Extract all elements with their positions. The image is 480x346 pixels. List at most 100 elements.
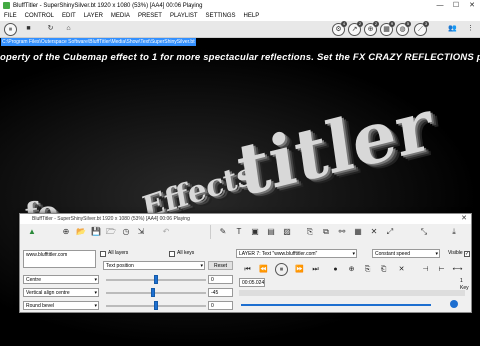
menu-media[interactable]: MEDIA (111, 13, 130, 19)
image-folder-icon[interactable]: 🗁 (105, 226, 117, 238)
expand-icon[interactable]: ⤡ (418, 226, 430, 238)
menu-layer[interactable]: LAYER (84, 13, 103, 19)
bevel-select[interactable]: Round bevel (23, 301, 99, 310)
badge: 2 (373, 21, 379, 27)
delete-layer-icon[interactable]: ✕ (368, 226, 380, 238)
logo-icon: ▲ (28, 227, 36, 236)
menu-edit[interactable]: EDIT (62, 13, 76, 19)
undo-icon[interactable]: ↶ (160, 226, 172, 238)
property-select[interactable]: Text position (103, 261, 205, 270)
menu-preset[interactable]: PRESET (138, 13, 162, 19)
collapse-icon[interactable]: ⤓ (448, 226, 460, 238)
maximize-button[interactable]: ☐ (448, 0, 464, 11)
video-icon[interactable]: ▤ (265, 226, 277, 238)
window-title: BluffTitler - SuperShinySilver.bt 1920 x… (13, 2, 203, 9)
badge: 9 (389, 21, 395, 27)
play-pause-button[interactable]: ⏸ (4, 23, 17, 36)
time-input[interactable]: 00:05.024 (239, 278, 265, 287)
menu-playlist[interactable]: PLAYLIST (170, 13, 198, 19)
timeline-ruler (239, 290, 465, 296)
slider-2-thumb[interactable] (151, 288, 155, 297)
menu-file[interactable]: FILE (4, 13, 17, 19)
file-path[interactable]: C:\Program Files\Outerspace Software\Blu… (1, 38, 196, 46)
slider-3-thumb[interactable] (154, 301, 158, 310)
timeline-track[interactable] (241, 304, 431, 306)
home-button[interactable]: ⌂ (62, 23, 75, 36)
value-3-input[interactable]: 0 (208, 301, 233, 310)
link-icon[interactable]: ⚯ (336, 226, 348, 238)
grid-icon[interactable]: ▦ (352, 226, 364, 238)
layer-tool-6[interactable]: ⟋ 3 (414, 21, 429, 36)
copy-layer-icon[interactable]: ⎘ (304, 226, 316, 238)
titler-3d-text: titler (232, 82, 438, 213)
layers-icon[interactable]: ⧉ (320, 226, 332, 238)
align-center-icon[interactable]: ⊢ (436, 264, 447, 275)
last-key-icon[interactable]: ⏭ (310, 264, 321, 275)
stop-button[interactable]: ■ (22, 23, 35, 36)
paste-key-icon[interactable]: ⎗ (378, 264, 389, 275)
layer-tool-3[interactable]: ⊕ 2 (364, 21, 379, 36)
timeline-playhead[interactable] (450, 300, 459, 308)
all-keys-checkbox[interactable] (169, 251, 175, 257)
menu-help[interactable]: HELP (244, 13, 260, 19)
path-bar: C:\Program Files\Outerspace Software\Blu… (0, 38, 480, 46)
visible-label: Visible (448, 250, 463, 256)
layer-select[interactable]: LAYER 7: Text "www.blufftitler.com" (236, 249, 357, 258)
save-icon[interactable]: 💾 (90, 226, 102, 238)
picture-icon[interactable]: ▣ (249, 226, 261, 238)
add-key-icon[interactable]: ⊕ (346, 264, 357, 275)
badge: 2 (357, 21, 363, 27)
people-icon[interactable]: 👥 (446, 23, 459, 36)
clock-icon[interactable]: ◷ (120, 226, 132, 238)
control-window: BluffTitler - SuperShinySilver.bt 1920 x… (19, 213, 472, 313)
add-layer-icon[interactable]: ⊕ (60, 226, 72, 238)
delete-key-icon[interactable]: ✕ (396, 264, 407, 275)
badge: 3 (423, 21, 429, 27)
layer-tool-1[interactable]: ⚙ 4 (332, 21, 347, 36)
move-icon[interactable]: ⤢ (384, 226, 396, 238)
layer-tool-4[interactable]: ▦ 9 (380, 21, 395, 36)
text-input[interactable]: www.blufftitler.com (23, 250, 96, 268)
minimize-button[interactable]: — (432, 0, 448, 11)
reset-button[interactable]: Reset (208, 261, 233, 270)
app-icon (3, 2, 10, 9)
vertical-align-select[interactable]: Vertical align centre (23, 288, 99, 297)
slider-1-thumb[interactable] (154, 275, 158, 284)
dialog-close-button[interactable]: ✕ (461, 214, 467, 224)
menu-settings[interactable]: SETTINGS (206, 13, 236, 19)
all-layers-checkbox[interactable] (100, 251, 106, 257)
value-1-input[interactable]: 0 (208, 275, 233, 284)
export-icon[interactable]: ⇲ (135, 226, 147, 238)
close-button[interactable]: ✕ (464, 0, 480, 11)
align-left-icon[interactable]: ⊣ (420, 264, 431, 275)
menu-control[interactable]: CONTROL (25, 13, 54, 19)
refresh-button[interactable]: ↻ (44, 23, 57, 36)
copy-key-icon[interactable]: ⎘ (362, 264, 373, 275)
all-layers-label: All layers (108, 250, 129, 256)
badge: 4 (341, 21, 347, 27)
paint-icon[interactable]: ✎ (217, 226, 229, 238)
scroller-text: operty of the Cubemap effect to 1 for mo… (0, 52, 480, 63)
cube-icon[interactable]: ▨ (281, 226, 293, 238)
first-key-icon[interactable]: ⏮ (242, 264, 253, 275)
layer-tool-2[interactable]: ↗ 2 (348, 21, 363, 36)
main-toolbar: ⏸ ■ ↻ ⌂ ⚙ 4 ↗ 2 ⊕ 2 ▦ 9 ◍ 5 ⟋ 3 👥 ⋮ (0, 21, 480, 38)
record-icon[interactable]: ● (330, 264, 341, 275)
text-icon[interactable]: T (233, 226, 245, 238)
horizontal-align-select[interactable]: Centre (23, 275, 99, 284)
open-folder-icon[interactable]: 📂 (75, 226, 87, 238)
layer-tool-5[interactable]: ◍ 5 (396, 21, 411, 36)
prev-key-icon[interactable]: ⏪ (258, 264, 269, 275)
next-key-icon[interactable]: ⏩ (294, 264, 305, 275)
more-icon[interactable]: ⋮ (464, 23, 477, 36)
speed-select[interactable]: Constant speed (372, 249, 440, 258)
pause-icon[interactable]: ⏸ (275, 263, 288, 276)
visible-checkbox[interactable]: ✓ (464, 251, 470, 257)
value-2-input[interactable]: -45 (208, 288, 233, 297)
all-keys-label: All keys (177, 250, 195, 256)
badge: 5 (405, 21, 411, 27)
align-both-icon[interactable]: ⟷ (452, 264, 463, 275)
slider-2-track[interactable] (106, 292, 206, 294)
title-bar: BluffTitler - SuperShinySilver.bt 1920 x… (0, 0, 480, 11)
separator (210, 225, 211, 239)
